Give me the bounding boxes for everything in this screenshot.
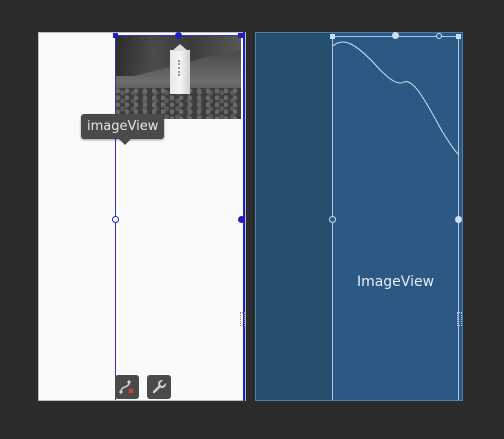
edit-attributes-button[interactable] <box>147 375 171 399</box>
left-constraint-handle[interactable] <box>112 216 119 223</box>
tooltip-arrow <box>119 139 131 145</box>
resize-handle-top-right[interactable] <box>238 33 243 38</box>
bp-right-constraint-handle[interactable] <box>455 216 462 223</box>
resize-handle-top-left[interactable] <box>113 33 118 38</box>
bp-bottom-resize-grip[interactable] <box>457 312 462 326</box>
bp-top-constraint-handle[interactable] <box>392 32 399 39</box>
bottom-resize-grip[interactable] <box>240 312 245 326</box>
top-constraint-handle[interactable] <box>175 32 182 39</box>
bp-top-right-indicator <box>436 33 442 39</box>
selected-image-view-outline[interactable] <box>115 35 242 400</box>
bp-resize-handle-top-right[interactable] <box>456 34 461 39</box>
bp-resize-handle-top-left[interactable] <box>330 34 335 39</box>
view-id-tooltip: imageView <box>81 114 165 139</box>
blueprint-view-label: ImageView <box>356 274 435 290</box>
clear-constraints-button[interactable] <box>115 375 139 399</box>
right-constraint-handle[interactable] <box>238 216 245 223</box>
bp-left-constraint-handle[interactable] <box>329 216 336 223</box>
blueprint-constraint-curve <box>332 41 459 155</box>
clear-constraints-icon <box>119 380 134 394</box>
blueprint-margin-area <box>256 33 332 400</box>
wrench-icon <box>152 379 167 394</box>
